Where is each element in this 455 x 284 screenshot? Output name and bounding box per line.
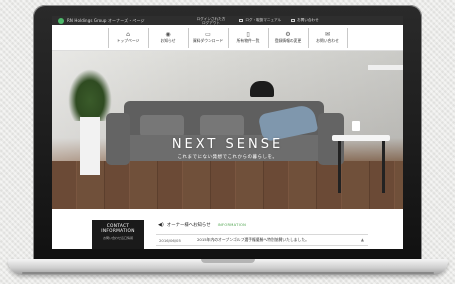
- nav-item-contact[interactable]: ✉ お問い合わせ: [307, 27, 348, 48]
- gear-icon: ⚙: [285, 31, 291, 38]
- nav-item-top[interactable]: ⌂ トップページ: [107, 27, 148, 48]
- information-heading: ◀) オーナー様へお知らせ INFORMATION: [158, 222, 246, 228]
- mail-icon: [291, 18, 296, 22]
- folder-icon: ▭: [205, 31, 211, 38]
- hero-floor: [52, 161, 403, 209]
- contact-information-button[interactable]: CONTACT INFORMATION お問い合わせ窓口情報: [92, 220, 144, 249]
- hero-cushion: [200, 115, 244, 137]
- brand-name[interactable]: RN Holdings Group オーナーズ・ページ: [67, 18, 145, 24]
- news-date: 2016/06/05: [159, 237, 181, 243]
- manual-link[interactable]: ログ・取扱マニュアル: [239, 18, 281, 23]
- mail-icon: ✉: [324, 31, 331, 38]
- hero-subtitle: これまでにない発想でこれからの暮らしを。: [177, 155, 278, 160]
- news-text: 2015年内のオープンゴルフ選手権優勝へ特別協賛いたしました。: [197, 237, 309, 242]
- top-bar: RN Holdings Group オーナーズ・ページ ログインされた方 ログア…: [52, 16, 403, 25]
- scroll-up-icon[interactable]: ▲: [361, 237, 364, 242]
- contact-link-label: お問い合わせ: [297, 18, 319, 22]
- nav-item-downloads[interactable]: ▭ 資料ダウンロード: [187, 27, 228, 48]
- nav-item-label: 登録情報の変更: [274, 38, 302, 43]
- laptop-base: [8, 259, 448, 275]
- book-icon: [239, 18, 244, 22]
- hero-title: NEXT SENSE: [171, 137, 284, 152]
- nav-item-settings[interactable]: ⚙ 登録情報の変更: [267, 27, 308, 48]
- hero-cushion: [140, 115, 184, 137]
- information-tag: INFORMATION: [217, 223, 247, 227]
- nav-item-news[interactable]: ◉ お知らせ: [147, 27, 188, 48]
- nav-item-label: 所有物件一覧: [236, 38, 260, 43]
- contact-box-line2: INFORMATION: [101, 229, 135, 234]
- nav-item-label: トップページ: [116, 38, 140, 43]
- laptop-notch: [201, 259, 255, 263]
- speaker-icon: ◀): [158, 222, 164, 228]
- brand-logo-icon[interactable]: [58, 17, 64, 24]
- hero-plant: [68, 69, 112, 121]
- news-row[interactable]: 2016/06/05 2015年内のオープンゴルフ選手権優勝へ特別協賛いたしまし…: [156, 234, 368, 246]
- logout-link[interactable]: ログアウト: [202, 21, 220, 25]
- nav-item-label: 資料ダウンロード: [192, 38, 224, 43]
- hero-banner: NEXT SENSE これまでにない発想でこれからの暮らしを。: [52, 51, 403, 209]
- nav-item-label: お知らせ: [160, 38, 176, 43]
- member-status: ログインされた方 ログアウト: [197, 17, 226, 25]
- main-nav: ⌂ トップページ ◉ お知らせ ▭ 資料ダウンロード ▯ 所有物件一覧 ⚙ 登録…: [52, 25, 403, 51]
- manual-link-label: ログ・取扱マニュアル: [245, 18, 282, 22]
- document-icon: ▯: [246, 31, 250, 38]
- browser-screen: RN Holdings Group オーナーズ・ページ ログインされた方 ログア…: [52, 16, 403, 249]
- hero-hat: [250, 81, 274, 97]
- hero-shelf: [368, 65, 403, 70]
- information-title: オーナー様へお知らせ: [166, 223, 211, 228]
- nav-item-properties[interactable]: ▯ 所有物件一覧: [227, 27, 268, 48]
- home-icon: ⌂: [126, 31, 130, 38]
- contact-link[interactable]: お問い合わせ: [291, 18, 319, 23]
- contact-box-line3: お問い合わせ窓口情報: [102, 236, 133, 240]
- nav-item-label: お問い合わせ: [316, 38, 339, 43]
- bell-icon: ◉: [165, 31, 171, 38]
- hero-mug: [352, 121, 360, 131]
- laptop-edge: [22, 272, 434, 274]
